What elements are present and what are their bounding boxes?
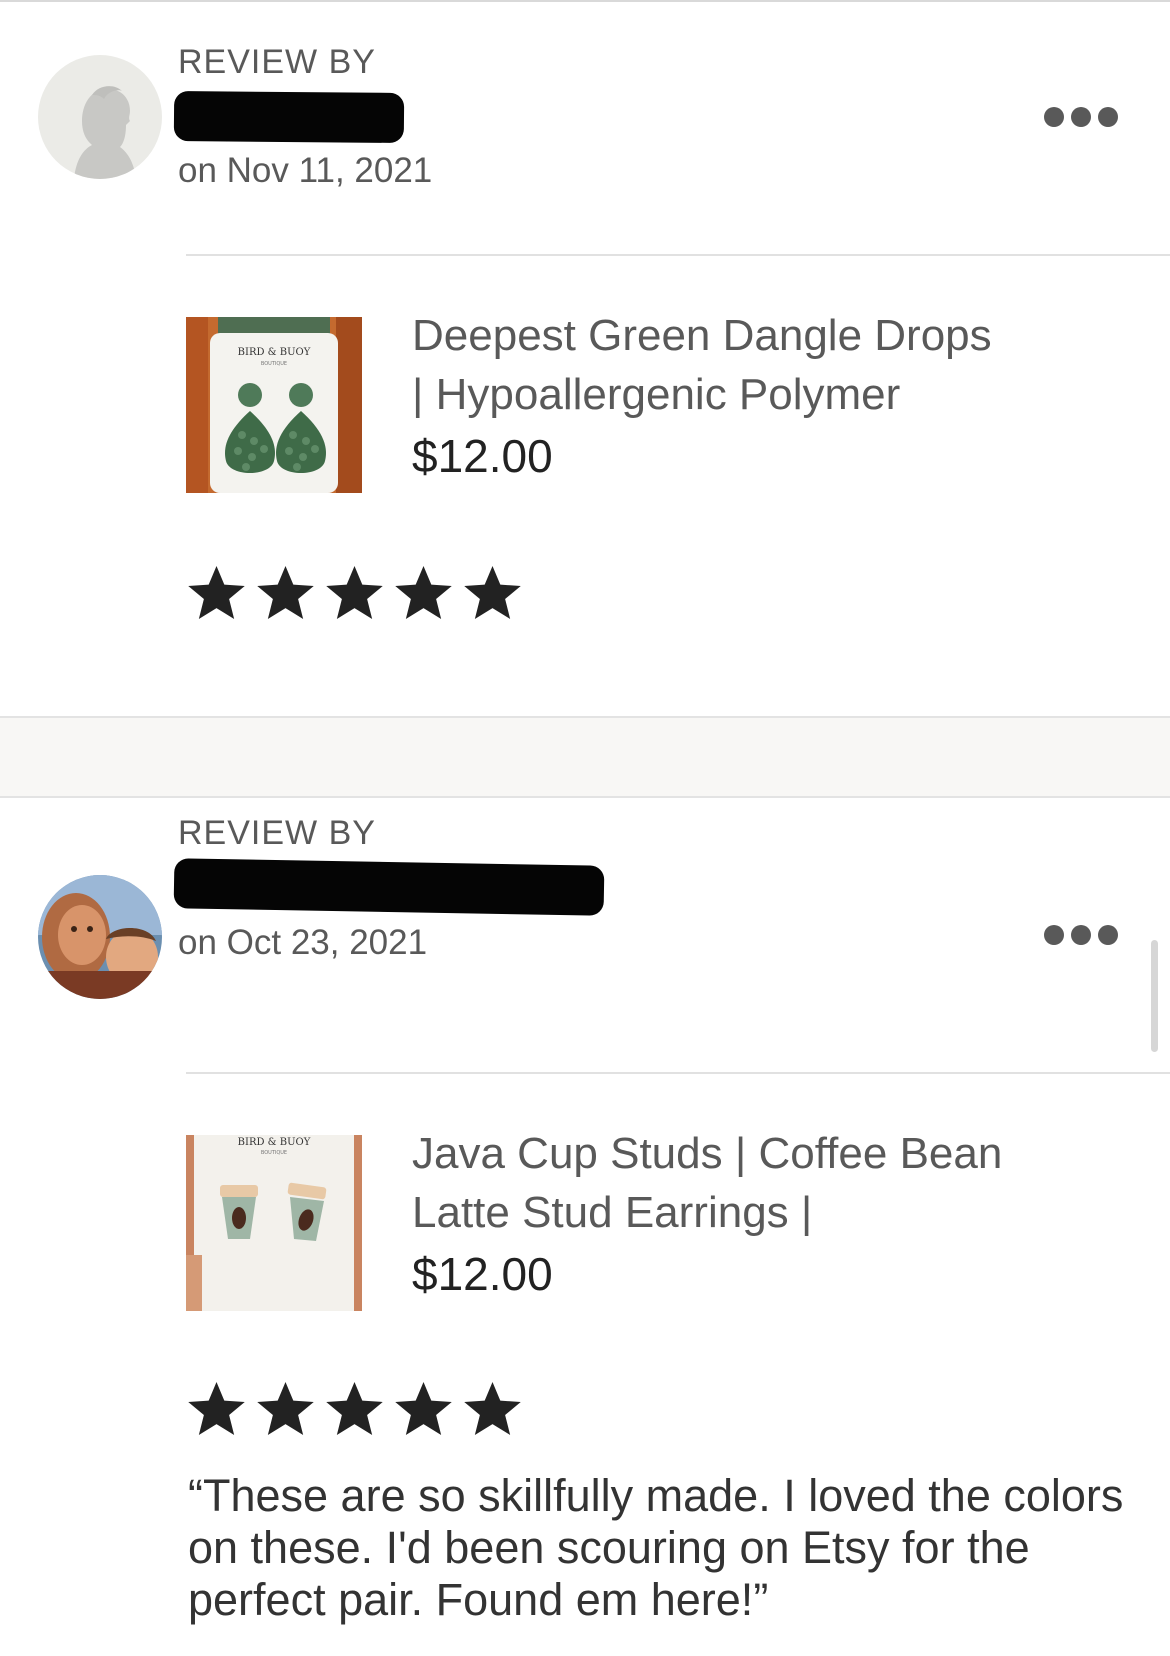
reviewer-name-redacted[interactable]	[173, 90, 405, 144]
more-options-button[interactable]	[1044, 105, 1124, 129]
review-separator-band	[0, 716, 1170, 798]
star-icon	[257, 566, 314, 619]
product-price: $12.00	[412, 430, 553, 482]
star-icon	[326, 566, 383, 619]
star-rating	[186, 564, 523, 622]
more-options-icon	[1044, 107, 1064, 127]
star-icon	[257, 1382, 314, 1435]
review-by-label: REVIEW BY	[178, 814, 376, 852]
section-divider	[186, 254, 1170, 256]
review-text: “These are so skillfully made. I loved t…	[188, 1470, 1124, 1625]
star-icon	[188, 1382, 245, 1435]
review-date: on Oct 23, 2021	[178, 923, 428, 962]
product-image: BIRD & BUOY BOUTIQUE	[186, 317, 362, 493]
star-icon	[395, 566, 452, 619]
review-by-label: REVIEW BY	[178, 43, 376, 81]
product-thumbnail[interactable]: BIRD & BUOY BOUTIQUE	[186, 1135, 362, 1311]
more-options-button[interactable]	[1044, 923, 1124, 947]
product-title-line-1: Deepest Green Dangle Drops	[412, 311, 992, 360]
svg-text:BOUTIQUE: BOUTIQUE	[261, 1150, 287, 1156]
default-avatar-icon	[38, 55, 162, 179]
review-card-2: REVIEW BY on Oct 23, 2021 BIRD & BUOY BO…	[0, 798, 1170, 1656]
review-card-1: REVIEW BY on Nov 11, 2021 BIRD & BUOY BO…	[0, 0, 1170, 716]
product-title[interactable]: Deepest Green Dangle Drops | Hypoallerge…	[412, 306, 1112, 424]
product-image: BIRD & BUOY BOUTIQUE	[186, 1135, 362, 1311]
reviewer-name-redacted[interactable]	[173, 858, 605, 916]
review-date: on Nov 11, 2021	[178, 151, 433, 190]
product-title-line-2: Latte Stud Earrings |	[412, 1188, 813, 1237]
product-price: $12.00	[412, 1248, 553, 1300]
product-title[interactable]: Java Cup Studs | Coffee Bean Latte Stud …	[412, 1124, 1112, 1242]
star-icon	[395, 1382, 452, 1435]
more-options-icon	[1044, 925, 1064, 945]
star-icon	[188, 566, 245, 619]
reviewer-avatar[interactable]	[38, 875, 162, 999]
reviewer-photo	[38, 875, 162, 999]
star-icon	[326, 1382, 383, 1435]
product-thumbnail[interactable]: BIRD & BUOY BOUTIQUE	[186, 317, 362, 493]
star-icon	[464, 566, 521, 619]
product-title-line-1: Java Cup Studs | Coffee Bean	[412, 1129, 1003, 1178]
scrollbar-thumb[interactable]	[1151, 940, 1158, 1052]
product-image-brand: BIRD & BUOY	[238, 1137, 311, 1148]
star-rating	[186, 1380, 523, 1438]
section-divider	[186, 1072, 1170, 1074]
reviewer-avatar[interactable]	[38, 55, 162, 179]
product-title-line-2: | Hypoallergenic Polymer	[412, 370, 901, 419]
svg-text:BOUTIQUE: BOUTIQUE	[261, 361, 287, 367]
product-image-brand: BIRD & BUOY	[238, 347, 311, 358]
star-icon	[464, 1382, 521, 1435]
